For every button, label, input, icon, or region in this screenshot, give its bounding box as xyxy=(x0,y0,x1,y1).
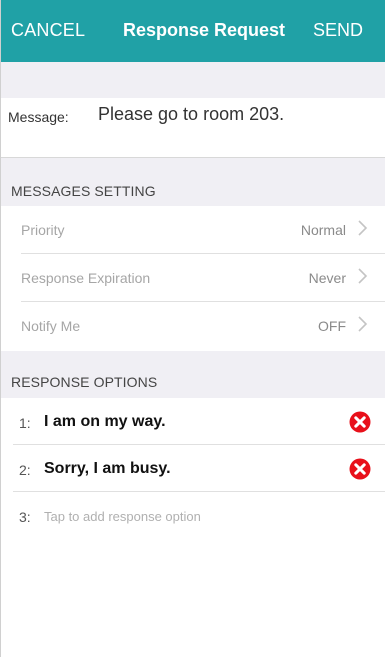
add-response-option-input[interactable]: Tap to add response option xyxy=(44,509,201,524)
setting-label: Response Expiration xyxy=(21,270,151,286)
page-title: Response Request xyxy=(123,20,286,40)
chevron-right-icon xyxy=(358,220,368,236)
messages-setting-header: MESSAGES SETTING xyxy=(11,183,156,199)
message-row[interactable]: Message: Please go to room 203. xyxy=(1,98,385,158)
delete-icon[interactable] xyxy=(349,411,371,433)
setting-value: Normal xyxy=(300,222,346,238)
messages-setting-group: Priority Normal Response Expiration Neve… xyxy=(1,206,385,351)
chevron-right-icon xyxy=(358,316,368,332)
delete-icon[interactable] xyxy=(349,458,371,480)
notify-me-row[interactable]: Notify Me OFF xyxy=(1,302,385,350)
chevron-right-icon xyxy=(358,268,368,284)
setting-value: OFF xyxy=(318,318,346,334)
option-text[interactable]: Sorry, I am busy. xyxy=(44,460,171,478)
response-option-row[interactable]: 2: Sorry, I am busy. xyxy=(1,445,385,492)
response-expiration-row[interactable]: Response Expiration Never xyxy=(1,254,385,302)
setting-label: Notify Me xyxy=(21,318,81,334)
setting-value: Never xyxy=(308,270,346,286)
option-text[interactable]: I am on my way. xyxy=(44,413,166,431)
response-option-row[interactable]: 1: I am on my way. xyxy=(1,398,385,445)
response-options-group: 1: I am on my way. 2: Sorry, I am busy. … xyxy=(1,398,385,657)
navigation-bar: CANCEL Response Request SEND xyxy=(1,0,385,62)
add-response-option-row[interactable]: 3: Tap to add response option xyxy=(1,492,385,539)
response-options-header: RESPONSE OPTIONS xyxy=(11,374,158,390)
priority-row[interactable]: Priority Normal xyxy=(1,206,385,254)
option-number: 2: xyxy=(19,462,31,478)
message-label: Message: xyxy=(8,109,69,125)
option-number: 3: xyxy=(19,509,31,525)
cancel-button[interactable]: CANCEL xyxy=(11,20,85,41)
send-button[interactable]: SEND xyxy=(313,20,363,41)
message-text[interactable]: Please go to room 203. xyxy=(98,104,284,125)
setting-label: Priority xyxy=(21,222,65,238)
option-number: 1: xyxy=(19,415,31,431)
